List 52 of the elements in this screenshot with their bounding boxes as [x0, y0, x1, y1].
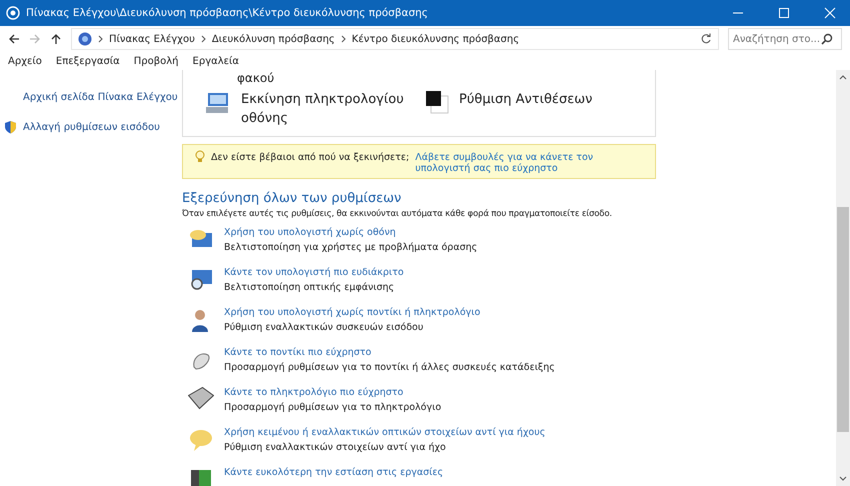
menu-item[interactable]: Προβολή [134, 56, 179, 66]
address-field[interactable]: Πίνακας Ελέγχου Διευκόλυνση πρόσβασης Κέντρο διευκόλυνσης πρόσβασης [71, 28, 719, 50]
breadcrumb[interactable]: Κέντρο διευκόλυνσης πρόσβασης [352, 34, 520, 44]
setting-link[interactable]: Κάντε το ποντίκι πιο εύχρηστο [224, 347, 555, 358]
setting-description: Βελτιστοποίηση οπτικής εμφάνισης [224, 282, 396, 293]
setting-link[interactable]: Χρήση του υπολογιστή χωρίς ποντίκι ή πληκτρολόγιο [224, 307, 480, 318]
tip-link[interactable]: Λάβετε συμβουλές για να κάνετε τον υπολογιστή σας πιο εύχρηστο [415, 150, 644, 174]
setting-description: Ρύθμιση εναλλακτικών συσκευών εισόδου [224, 322, 424, 333]
keyboard-monitor-icon [205, 90, 231, 116]
refresh-icon[interactable] [700, 33, 712, 45]
setting-description: Βελτιστοποίηση για χρήστες με προβλήματα όρασης [224, 242, 478, 253]
search-field[interactable]: Αναζήτηση στο... [728, 28, 842, 50]
setting-link[interactable]: Χρήση κειμένου ή εναλλακτικών οπτικών στοιχείων αντί για ήχους [224, 427, 546, 438]
up-icon[interactable] [50, 33, 62, 45]
search-icon [821, 33, 833, 45]
menu-item[interactable]: Επεξεργασία [56, 56, 120, 66]
menu-item[interactable]: Αρχείο [8, 56, 42, 66]
chevron-icon [340, 35, 346, 43]
setting-link[interactable]: Κάντε ευκολότερη την εστίαση στις εργασίες [224, 467, 444, 478]
sidebar-link[interactable]: Αλλαγή ρυθμίσεων εισόδου [23, 122, 160, 132]
shield-icon [4, 120, 17, 134]
sidebar-link[interactable]: Αρχική σελίδα Πίνακα Ελέγχου [23, 92, 178, 102]
setting-link[interactable]: Κάντε τον υπολογιστή πιο ευδιάκριτο [224, 267, 404, 278]
setting-description: Προσαρμογή ρυθμίσεων για το πληκτρολόγιο [224, 402, 442, 413]
scroll-down-icon[interactable] [839, 476, 847, 482]
breadcrumb[interactable]: Διευκόλυνση πρόσβασης [212, 34, 335, 44]
tool-link[interactable]: Εκκίνηση πληκτρολογίου οθόνης [241, 90, 411, 128]
tool-link[interactable]: Ρύθμιση Αντιθέσεων [459, 90, 629, 109]
scroll-up-icon[interactable] [839, 74, 847, 80]
section-description: Όταν επιλέγετε αυτές τις ρυθμίσεις, θα εκκινούνται αυτόματα κάθε φορά που πραγματοποιείτε είσοδο. [182, 209, 613, 219]
setting-link[interactable]: Χρήση του υπολογιστή χωρίς οθόνη [224, 227, 478, 238]
window-title: Πίνακας Ελέγχου\Διευκόλυνση πρόσβασης\Κέντρο διευκόλυνσης πρόσβασης [26, 7, 428, 19]
tool-label[interactable]: φακού [237, 70, 274, 86]
section-heading: Εξερεύνηση όλων των ρυθμίσεων [182, 191, 402, 206]
speech-bubble-icon [188, 427, 214, 453]
app-icon [6, 6, 20, 20]
close-icon[interactable] [824, 7, 836, 19]
setting-description: Ρύθμιση εναλλακτικών στοιχείων αντί για ήχο [224, 442, 447, 453]
control-panel-icon [78, 32, 92, 46]
scrollbar-thumb[interactable] [837, 206, 849, 432]
chevron-icon [98, 35, 103, 43]
setting-description: Προσαρμογή ρυθμίσεων για το ποντίκι ή άλλες συσκευές κατάδειξης [224, 362, 555, 373]
contrast-icon [425, 90, 449, 114]
setting-link[interactable]: Κάντε το πληκτρολόγιο πιο εύχρηστο [224, 387, 442, 398]
lightbulb-icon [195, 150, 205, 164]
breadcrumb[interactable]: Πίνακας Ελέγχου [109, 34, 195, 44]
maximize-icon[interactable] [778, 7, 790, 19]
tip-text: Δεν είστε βέβαιοι από πού να ξεκινήσετε; [211, 151, 410, 163]
chevron-icon [200, 35, 206, 43]
scrollbar[interactable] [836, 70, 850, 486]
back-icon[interactable] [8, 33, 20, 45]
menu-item[interactable]: Εργαλεία [192, 56, 240, 66]
